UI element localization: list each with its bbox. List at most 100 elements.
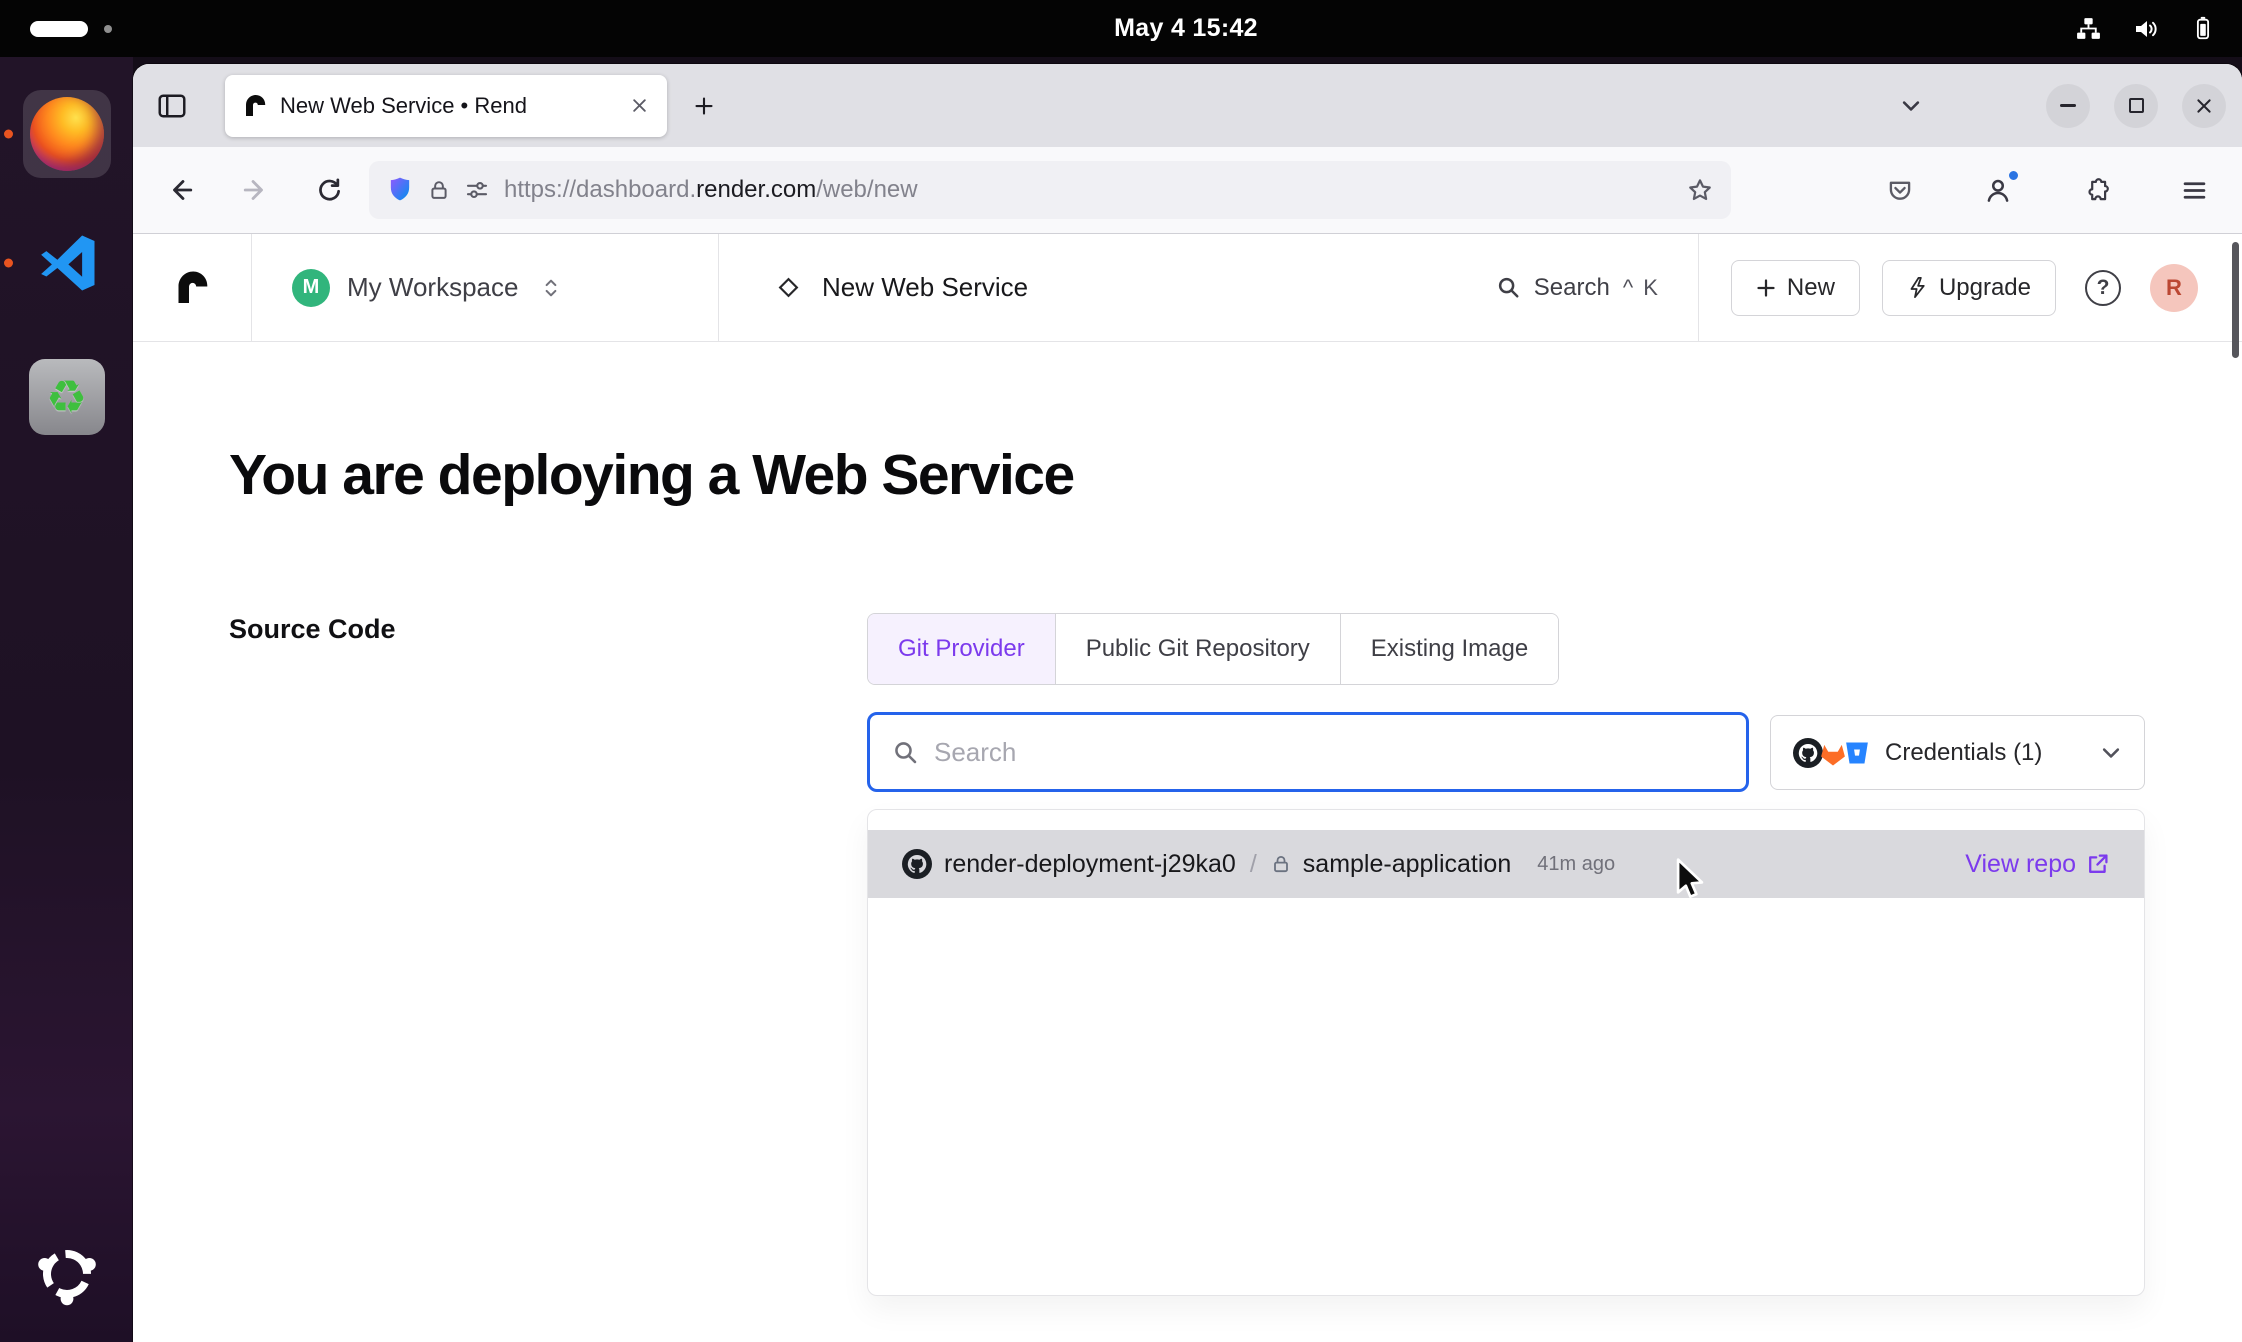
workspace-avatar: M	[292, 269, 330, 307]
github-icon	[902, 849, 932, 879]
app-header: M My Workspace New Web Service Search ^ …	[133, 234, 2242, 342]
deploy-heading: You are deploying a Web Service	[229, 440, 1074, 510]
question-icon: ?	[2085, 270, 2121, 306]
repo-row[interactable]: render-deployment-j29ka0 / sample-applic…	[868, 830, 2144, 898]
global-search[interactable]: Search ^ K	[1496, 234, 1660, 341]
url-protocol: https://dashboard.	[504, 176, 696, 203]
extensions-puzzle-icon[interactable]	[2072, 166, 2120, 214]
system-top-bar: May 4 15:42	[0, 0, 2242, 57]
plus-icon	[1756, 278, 1776, 298]
tab-strip: New Web Service • Rend	[133, 64, 2242, 147]
new-tab-button[interactable]	[681, 83, 727, 129]
credentials-dropdown[interactable]: Credentials (1)	[1770, 715, 2145, 790]
credential-provider-icons	[1793, 738, 1871, 768]
reload-icon[interactable]	[305, 166, 353, 214]
tab-public-git-repository[interactable]: Public Git Repository	[1055, 614, 1340, 684]
account-notification-dot	[2007, 169, 2020, 182]
private-lock-icon	[1271, 854, 1291, 874]
dock-ubuntu-apps[interactable]	[23, 1230, 111, 1318]
source-code-label: Source Code	[229, 614, 396, 645]
mouse-cursor	[1668, 856, 1710, 902]
account-icon[interactable]	[1974, 166, 2022, 214]
workspace-dot	[104, 25, 112, 33]
lock-icon[interactable]	[428, 178, 450, 202]
repo-name: sample-application	[1303, 850, 1511, 879]
pocket-icon[interactable]	[1876, 166, 1924, 214]
running-indicator-dot	[4, 130, 13, 139]
service-diamond-icon	[775, 274, 802, 301]
tab-favicon-render-logo	[243, 94, 267, 118]
upgrade-button-label: Upgrade	[1939, 274, 2031, 302]
new-button[interactable]: New	[1731, 260, 1860, 316]
repo-updated-time: 41m ago	[1537, 853, 1615, 876]
chevron-down-icon	[2100, 742, 2122, 764]
repo-list-panel: render-deployment-j29ka0 / sample-applic…	[867, 809, 2145, 1296]
close-window-button[interactable]	[2182, 84, 2226, 128]
source-tabs: Git Provider Public Git Repository Exist…	[867, 613, 1559, 685]
bookmark-star-icon[interactable]	[1687, 177, 1713, 203]
page-scrollbar-thumb[interactable]	[2232, 242, 2239, 358]
permissions-icon[interactable]	[465, 178, 489, 202]
vscode-icon	[34, 230, 100, 296]
toolbar-right-icons	[1876, 166, 2218, 214]
network-icon	[2075, 16, 2102, 41]
bolt-icon	[1907, 276, 1928, 299]
window-controls	[1888, 83, 2242, 129]
recycle-glyph: ♻	[46, 370, 87, 424]
user-avatar[interactable]: R	[2150, 264, 2198, 312]
workspace-name: My Workspace	[347, 272, 518, 303]
system-clock[interactable]: May 4 15:42	[1114, 0, 1258, 57]
browser-tab[interactable]: New Web Service • Rend	[225, 75, 667, 137]
view-repo-label: View repo	[1965, 850, 2076, 879]
url-path: /web/new	[816, 176, 917, 203]
maximize-button[interactable]	[2114, 84, 2158, 128]
tracking-protection-shield-icon[interactable]	[387, 176, 413, 204]
repo-search-input[interactable]	[934, 737, 1724, 768]
url-bar[interactable]: https://dashboard.render.com/web/new	[369, 161, 1731, 219]
header-actions: New Upgrade ? R	[1699, 234, 2242, 341]
external-link-icon	[2086, 852, 2110, 876]
tab-close-icon[interactable]	[623, 90, 655, 122]
url-domain: render.com	[696, 176, 816, 203]
list-all-tabs-icon[interactable]	[1888, 83, 1934, 129]
running-indicator-dot	[4, 259, 13, 268]
render-logo[interactable]	[133, 234, 252, 341]
dock-trash[interactable]: ♻	[23, 353, 111, 441]
back-icon[interactable]	[157, 166, 205, 214]
credentials-label: Credentials (1)	[1885, 739, 2042, 767]
volume-icon	[2132, 16, 2160, 42]
search-label: Search	[1534, 274, 1610, 302]
search-icon	[1496, 275, 1521, 300]
ubuntu-logo-icon	[35, 1242, 99, 1306]
trash-icon: ♻	[29, 359, 105, 435]
search-shortcut: ^ K	[1623, 275, 1660, 301]
page-title: New Web Service	[822, 272, 1028, 303]
view-repo-link[interactable]: View repo	[1965, 850, 2110, 879]
browser-toolbar: https://dashboard.render.com/web/new	[133, 147, 2242, 234]
workspace-switcher[interactable]: M My Workspace	[252, 234, 719, 341]
workspace-caret-icon	[541, 276, 561, 300]
new-button-label: New	[1787, 274, 1835, 302]
tab-existing-image[interactable]: Existing Image	[1340, 614, 1558, 684]
tab-title: New Web Service • Rend	[280, 93, 610, 119]
system-tray[interactable]	[2075, 0, 2216, 57]
menu-hamburger-icon[interactable]	[2170, 166, 2218, 214]
bitbucket-icon	[1843, 739, 1871, 767]
search-icon	[892, 739, 919, 766]
battery-icon	[2190, 15, 2216, 42]
upgrade-button[interactable]: Upgrade	[1882, 260, 2056, 316]
url-text[interactable]: https://dashboard.render.com/web/new	[504, 176, 1672, 204]
breadcrumb: New Web Service	[719, 234, 1496, 341]
dock-firefox[interactable]	[23, 90, 111, 178]
minimize-button[interactable]	[2046, 84, 2090, 128]
dock-vscode[interactable]	[23, 219, 111, 307]
workspace-indicator[interactable]	[30, 0, 112, 57]
firefox-icon	[30, 97, 104, 171]
help-button[interactable]: ?	[2078, 263, 2128, 313]
repo-separator: /	[1248, 850, 1259, 879]
browser-window: New Web Service • Rend	[133, 64, 2242, 1342]
repo-search-box[interactable]	[867, 712, 1749, 792]
firefox-view-icon[interactable]	[149, 83, 195, 129]
forward-icon[interactable]	[231, 166, 279, 214]
tab-git-provider[interactable]: Git Provider	[868, 614, 1055, 684]
